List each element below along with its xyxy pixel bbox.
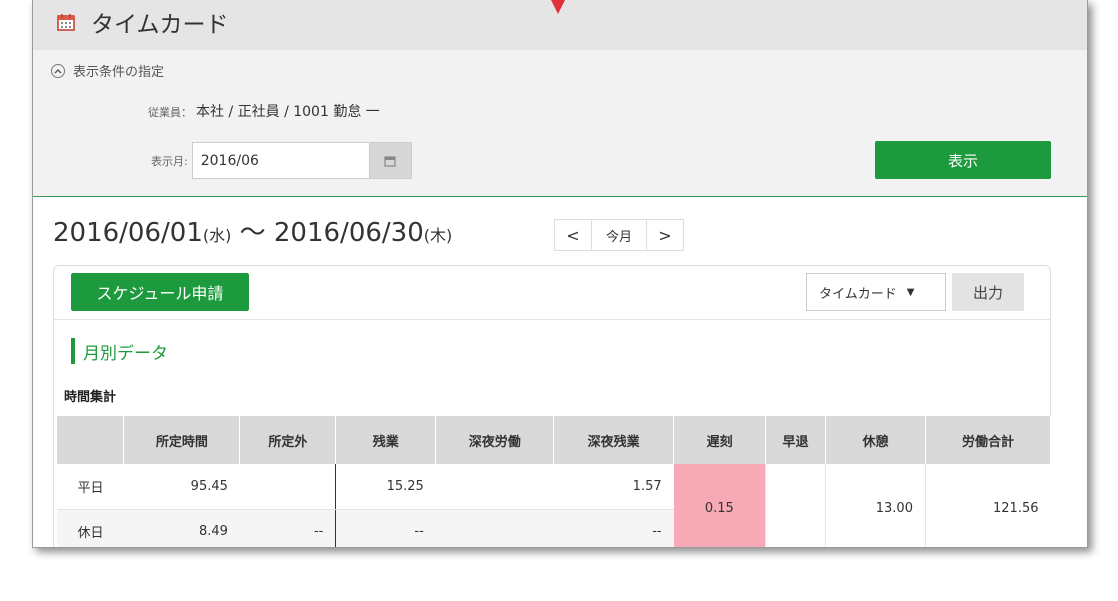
column-header [57,416,125,464]
table-cell: 1.57 [553,464,674,510]
section-subtitle: 時間集計 [64,390,117,405]
column-header: 労働合計 [925,416,1052,464]
row-label: 平日 [57,464,124,510]
this-month-button[interactable]: 今月 [591,220,647,250]
late-cell: 0.15 [673,464,766,547]
column-header: 残業 [335,416,437,464]
column-header: 遅刻 [673,416,767,464]
caret-down-icon: ▼ [906,286,915,298]
employee-row: 従業員： 本社 / 正社員 / 1001 勤怠 一 [148,101,380,121]
range-start-dow: (水) [202,226,232,245]
page-title: タイムカード [91,12,229,38]
timecard-card: スケジュール申請 タイムカード ▼ 出力 月別データ 時間集計 所定時間 所定外… [53,265,1052,547]
section-title: 月別データ [71,338,168,364]
employee-label: 従業員： [148,106,192,119]
column-header: 休憩 [825,416,926,464]
calendar-icon [57,14,75,31]
early-leave-cell [765,464,826,547]
next-month-button[interactable]: > [647,220,683,250]
table-header-row: 所定時間 所定外 残業 深夜労働 深夜残業 遅刻 早退 休憩 労働合計 [57,416,1052,464]
divider [54,319,1050,320]
column-header: 深夜労働 [435,416,555,464]
total-cell: 121.56 [924,464,1051,547]
table-cell: -- [553,509,674,547]
calendar-button[interactable] [369,142,412,179]
column-header: 早退 [765,416,827,464]
schedule-request-button[interactable]: スケジュール申請 [71,273,249,311]
table-cell: 95.45 [123,464,240,510]
month-row: 表示月: 2016/06 [151,142,412,179]
pointer-arrow [551,0,565,14]
prev-month-button[interactable]: < [555,220,591,250]
range-end: 2016/06/30 [273,218,424,248]
range-end-dow: (木) [423,226,453,245]
table-row: 平日 95.45 15.25 1.57 0.15 13.00 121.56 [57,464,1051,547]
chevron-up-icon [51,63,65,78]
range-separator: ～ [231,218,274,248]
table-cell: 15.25 [335,464,436,510]
row-label: 休日 [57,509,124,547]
month-input[interactable]: 2016/06 [191,142,370,179]
column-header: 深夜残業 [553,416,675,464]
view-select-value: タイムカード [819,286,897,302]
table-cell [435,464,554,510]
output-button[interactable]: 出力 [952,273,1024,311]
timecard-window: タイムカード 表示条件の指定 従業員： 本社 / 正社員 / 1001 勤怠 一 … [32,0,1088,548]
column-header: 所定時間 [123,416,241,464]
table-cell: 8.49 [123,509,240,547]
table-cell [239,464,336,510]
range-start: 2016/06/01 [53,218,203,248]
time-summary-table: 所定時間 所定外 残業 深夜労働 深夜残業 遅刻 早退 休憩 労働合計 平日 9… [57,416,1052,547]
date-range: 2016/06/01(水) ～ 2016/06/30(木) [53,212,452,249]
conditions-toggle-label: 表示条件の指定 [73,65,165,80]
table-cell [435,509,554,547]
calendar-small-icon [384,155,396,167]
employee-value: 本社 / 正社員 / 1001 勤怠 一 [196,104,380,120]
break-cell: 13.00 [825,464,926,547]
display-conditions-panel: 表示条件の指定 従業員： 本社 / 正社員 / 1001 勤怠 一 表示月: 20… [33,50,1087,197]
conditions-toggle[interactable]: 表示条件の指定 [51,61,164,80]
view-select[interactable]: タイムカード ▼ [806,273,946,311]
table-cell: -- [335,509,436,547]
show-button[interactable]: 表示 [875,141,1051,179]
column-header: 所定外 [239,416,337,464]
month-navigation: < 今月 > [554,219,684,251]
month-label: 表示月: [151,154,188,168]
table-cell: -- [239,509,336,547]
